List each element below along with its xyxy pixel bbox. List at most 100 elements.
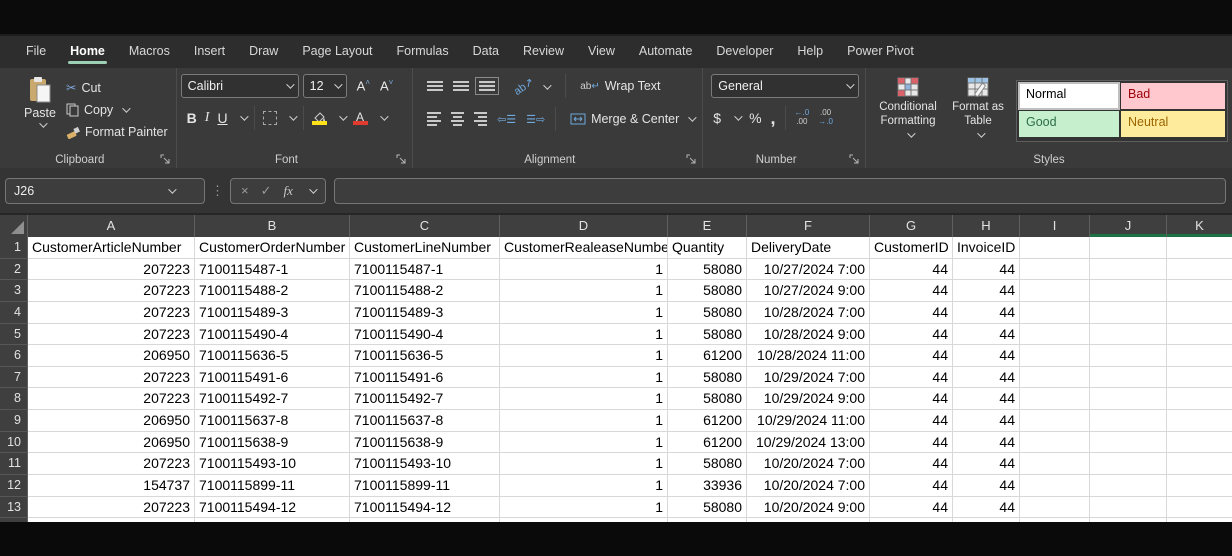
cell-K13[interactable] xyxy=(1167,497,1232,519)
cell-A12[interactable]: 154737 xyxy=(28,475,195,497)
style-cell-normal[interactable]: Normal xyxy=(1019,83,1119,109)
row-header-11[interactable]: 11 xyxy=(0,453,28,475)
bottom-align-button[interactable] xyxy=(479,81,495,91)
excel-logo-icon[interactable]: X xyxy=(42,7,63,28)
cell-I12[interactable] xyxy=(1020,475,1090,497)
cell-J7[interactable] xyxy=(1090,367,1167,389)
cell-H5[interactable]: 44 xyxy=(953,324,1020,346)
cell-J4[interactable] xyxy=(1090,302,1167,324)
cell-E6[interactable]: 61200 xyxy=(668,345,747,367)
cell-J1[interactable] xyxy=(1090,237,1167,259)
cell-K2[interactable] xyxy=(1167,259,1232,281)
decrease-indent-button[interactable]: ⇦☰ xyxy=(497,113,516,126)
row-header-2[interactable]: 2 xyxy=(0,259,28,281)
cell-K8[interactable] xyxy=(1167,388,1232,410)
cell-I1[interactable] xyxy=(1020,237,1090,259)
cell-A8[interactable]: 207223 xyxy=(28,388,195,410)
underline-chevron-icon[interactable] xyxy=(240,112,248,120)
tab-review[interactable]: Review xyxy=(511,37,576,67)
cell-D10[interactable]: 1 xyxy=(500,432,668,454)
cell-I14[interactable] xyxy=(1020,518,1090,540)
increase-decimal-button[interactable]: ←.0.00 xyxy=(795,109,810,127)
cell-C3[interactable]: 7100115488-2 xyxy=(350,280,500,302)
cell-J11[interactable] xyxy=(1090,453,1167,475)
comma-format-button[interactable]: , xyxy=(771,108,776,129)
font-color-chevron-icon[interactable] xyxy=(380,112,388,120)
cell-I3[interactable] xyxy=(1020,280,1090,302)
cell-G3[interactable]: 44 xyxy=(870,280,953,302)
cell-G7[interactable]: 44 xyxy=(870,367,953,389)
cell-H6[interactable]: 44 xyxy=(953,345,1020,367)
column-header-F[interactable]: F xyxy=(747,215,870,237)
cell-J9[interactable] xyxy=(1090,410,1167,432)
copy-chevron-icon[interactable] xyxy=(122,104,130,112)
bold-button[interactable]: B xyxy=(187,110,197,126)
cell-F4[interactable]: 10/28/2024 7:00 xyxy=(747,302,870,324)
align-right-button[interactable] xyxy=(474,112,487,126)
cell-G14[interactable]: 44 xyxy=(870,518,953,540)
cell-A7[interactable]: 207223 xyxy=(28,367,195,389)
cell-J10[interactable] xyxy=(1090,432,1167,454)
cell-G10[interactable]: 44 xyxy=(870,432,953,454)
row-header-3[interactable]: 3 xyxy=(0,280,28,302)
cell-D5[interactable]: 1 xyxy=(500,324,668,346)
paste-chevron-icon[interactable] xyxy=(39,119,47,127)
tab-home[interactable]: Home xyxy=(58,37,117,67)
cell-D3[interactable]: 1 xyxy=(500,280,668,302)
cell-B12[interactable]: 7100115899-11 xyxy=(195,475,350,497)
cell-C4[interactable]: 7100115489-3 xyxy=(350,302,500,324)
cell-H10[interactable]: 44 xyxy=(953,432,1020,454)
cell-I5[interactable] xyxy=(1020,324,1090,346)
cell-K1[interactable] xyxy=(1167,237,1232,259)
cell-I11[interactable] xyxy=(1020,453,1090,475)
cell-E4[interactable]: 58080 xyxy=(668,302,747,324)
cell-J5[interactable] xyxy=(1090,324,1167,346)
cell-E5[interactable]: 58080 xyxy=(668,324,747,346)
cell-D1[interactable]: CustomerRealeaseNumber xyxy=(500,237,668,259)
cell-A14[interactable]: 154737 xyxy=(28,518,195,540)
name-box[interactable] xyxy=(5,178,205,204)
cell-E14[interactable]: 33936 xyxy=(668,518,747,540)
cell-A1[interactable]: CustomerArticleNumber xyxy=(28,237,195,259)
cell-D13[interactable]: 1 xyxy=(500,497,668,519)
cell-C13[interactable]: 7100115494-12 xyxy=(350,497,500,519)
cell-A5[interactable]: 207223 xyxy=(28,324,195,346)
number-format-combo[interactable]: General xyxy=(711,74,859,98)
cell-H9[interactable]: 44 xyxy=(953,410,1020,432)
tab-macros[interactable]: Macros xyxy=(117,37,182,67)
cell-E8[interactable]: 58080 xyxy=(668,388,747,410)
name-box-chevron-icon[interactable] xyxy=(168,185,176,193)
cell-J13[interactable] xyxy=(1090,497,1167,519)
cell-B5[interactable]: 7100115490-4 xyxy=(195,324,350,346)
cell-F6[interactable]: 10/28/2024 11:00 xyxy=(747,345,870,367)
column-header-K[interactable]: K xyxy=(1167,215,1232,237)
cell-E10[interactable]: 61200 xyxy=(668,432,747,454)
cut-button[interactable]: ✂ Cut xyxy=(62,78,172,97)
format-painter-button[interactable]: Format Painter xyxy=(62,123,172,141)
cell-C14[interactable]: 7100115900-13 xyxy=(350,518,500,540)
tab-formulas[interactable]: Formulas xyxy=(385,37,461,67)
cell-J2[interactable] xyxy=(1090,259,1167,281)
cell-K3[interactable] xyxy=(1167,280,1232,302)
cell-A10[interactable]: 206950 xyxy=(28,432,195,454)
currency-format-button[interactable]: $ xyxy=(713,110,721,126)
cell-D4[interactable]: 1 xyxy=(500,302,668,324)
row-header-4[interactable]: 4 xyxy=(0,302,28,324)
cell-H4[interactable]: 44 xyxy=(953,302,1020,324)
cell-K14[interactable] xyxy=(1167,518,1232,540)
cell-C1[interactable]: CustomerLineNumber xyxy=(350,237,500,259)
cell-I6[interactable] xyxy=(1020,345,1090,367)
cell-G8[interactable]: 44 xyxy=(870,388,953,410)
fill-color-button[interactable] xyxy=(312,112,327,125)
cell-B6[interactable]: 7100115636-5 xyxy=(195,345,350,367)
row-header-7[interactable]: 7 xyxy=(0,367,28,389)
worksheet-grid[interactable]: ABCDEFGHIJK 1CustomerArticleNumberCustom… xyxy=(0,213,1232,556)
cell-K4[interactable] xyxy=(1167,302,1232,324)
cell-B13[interactable]: 7100115494-12 xyxy=(195,497,350,519)
cell-J14[interactable] xyxy=(1090,518,1167,540)
cell-K12[interactable] xyxy=(1167,475,1232,497)
column-header-E[interactable]: E xyxy=(668,215,747,237)
cell-G5[interactable]: 44 xyxy=(870,324,953,346)
row-header-12[interactable]: 12 xyxy=(0,475,28,497)
increase-indent-button[interactable]: ☰⇨ xyxy=(526,113,545,126)
